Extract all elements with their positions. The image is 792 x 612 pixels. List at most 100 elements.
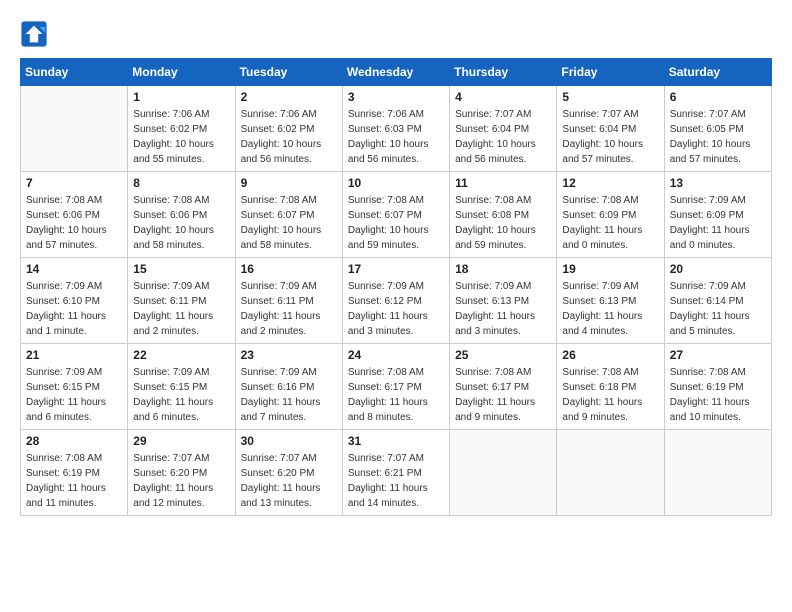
calendar-day-cell: 12 Sunrise: 7:08 AMSunset: 6:09 PMDayligh… [557, 172, 664, 258]
day-number: 1 [133, 90, 229, 104]
calendar-day-cell: 25Sunrise: 7:08 AMSunset: 6:17 PMDayligh… [450, 344, 557, 430]
calendar-day-cell [21, 86, 128, 172]
day-info: Sunrise: 7:07 AMSunset: 6:04 PMDaylight:… [562, 107, 658, 167]
calendar-day-cell: 6 Sunrise: 7:07 AMSunset: 6:05 PMDaylight… [664, 86, 771, 172]
weekday-header-row: SundayMondayTuesdayWednesdayThursdayFrid… [21, 59, 772, 86]
day-info: Sunrise: 7:07 AMSunset: 6:04 PMDaylight:… [455, 107, 551, 167]
calendar-day-cell: 23 Sunrise: 7:09 AMSunset: 6:16 PMDayligh… [235, 344, 342, 430]
day-number: 12 [562, 176, 658, 190]
day-info: Sunrise: 7:07 AMSunset: 6:20 PMDaylight:… [241, 451, 337, 511]
day-number: 28 [26, 434, 122, 448]
day-info: Sunrise: 7:09 AMSunset: 6:14 PMDaylight:… [670, 279, 766, 339]
day-number: 30 [241, 434, 337, 448]
calendar-day-cell: 2 Sunrise: 7:06 AMSunset: 6:02 PMDaylight… [235, 86, 342, 172]
day-number: 22 [133, 348, 229, 362]
day-number: 23 [241, 348, 337, 362]
calendar-day-cell: 30 Sunrise: 7:07 AMSunset: 6:20 PMDayligh… [235, 430, 342, 516]
day-number: 21 [26, 348, 122, 362]
calendar-day-cell: 28Sunrise: 7:08 AMSunset: 6:19 PMDayligh… [21, 430, 128, 516]
day-info: Sunrise: 7:06 AMSunset: 6:02 PMDaylight:… [241, 107, 337, 167]
calendar-body: 1 Sunrise: 7:06 AMSunset: 6:02 PMDaylight… [21, 86, 772, 516]
calendar-day-cell: 8 Sunrise: 7:08 AMSunset: 6:06 PMDaylight… [128, 172, 235, 258]
calendar-week-4: 21 Sunrise: 7:09 AMSunset: 6:15 PMDayligh… [21, 344, 772, 430]
calendar-week-1: 1 Sunrise: 7:06 AMSunset: 6:02 PMDaylight… [21, 86, 772, 172]
day-number: 4 [455, 90, 551, 104]
day-number: 18 [455, 262, 551, 276]
calendar-day-cell: 7 Sunrise: 7:08 AMSunset: 6:06 PMDaylight… [21, 172, 128, 258]
calendar-day-cell: 27 Sunrise: 7:08 AMSunset: 6:19 PMDayligh… [664, 344, 771, 430]
day-info: Sunrise: 7:09 AMSunset: 6:10 PMDaylight:… [26, 279, 122, 339]
day-number: 3 [348, 90, 444, 104]
day-info: Sunrise: 7:09 AMSunset: 6:13 PMDaylight:… [455, 279, 551, 339]
day-info: Sunrise: 7:09 AMSunset: 6:16 PMDaylight:… [241, 365, 337, 425]
weekday-saturday: Saturday [664, 59, 771, 86]
calendar-day-cell: 13 Sunrise: 7:09 AMSunset: 6:09 PMDayligh… [664, 172, 771, 258]
calendar-day-cell: 20Sunrise: 7:09 AMSunset: 6:14 PMDayligh… [664, 258, 771, 344]
calendar-day-cell: 22Sunrise: 7:09 AMSunset: 6:15 PMDayligh… [128, 344, 235, 430]
calendar-day-cell: 10Sunrise: 7:08 AMSunset: 6:07 PMDayligh… [342, 172, 449, 258]
calendar-day-cell: 31 Sunrise: 7:07 AMSunset: 6:21 PMDayligh… [342, 430, 449, 516]
day-number: 5 [562, 90, 658, 104]
weekday-thursday: Thursday [450, 59, 557, 86]
day-info: Sunrise: 7:06 AMSunset: 6:03 PMDaylight:… [348, 107, 444, 167]
calendar-day-cell [664, 430, 771, 516]
calendar-day-cell: 26 Sunrise: 7:08 AMSunset: 6:18 PMDayligh… [557, 344, 664, 430]
calendar-day-cell: 19Sunrise: 7:09 AMSunset: 6:13 PMDayligh… [557, 258, 664, 344]
day-number: 27 [670, 348, 766, 362]
weekday-monday: Monday [128, 59, 235, 86]
day-number: 15 [133, 262, 229, 276]
day-info: Sunrise: 7:06 AMSunset: 6:02 PMDaylight:… [133, 107, 229, 167]
calendar-week-5: 28Sunrise: 7:08 AMSunset: 6:19 PMDayligh… [21, 430, 772, 516]
page-header [20, 20, 772, 48]
weekday-tuesday: Tuesday [235, 59, 342, 86]
day-info: Sunrise: 7:08 AMSunset: 6:08 PMDaylight:… [455, 193, 551, 253]
day-info: Sunrise: 7:08 AMSunset: 6:19 PMDaylight:… [670, 365, 766, 425]
weekday-sunday: Sunday [21, 59, 128, 86]
logo [20, 20, 52, 48]
day-number: 8 [133, 176, 229, 190]
calendar-day-cell [450, 430, 557, 516]
day-number: 19 [562, 262, 658, 276]
day-info: Sunrise: 7:08 AMSunset: 6:18 PMDaylight:… [562, 365, 658, 425]
calendar-week-3: 14Sunrise: 7:09 AMSunset: 6:10 PMDayligh… [21, 258, 772, 344]
calendar-day-cell: 3 Sunrise: 7:06 AMSunset: 6:03 PMDaylight… [342, 86, 449, 172]
day-info: Sunrise: 7:07 AMSunset: 6:05 PMDaylight:… [670, 107, 766, 167]
day-info: Sunrise: 7:07 AMSunset: 6:20 PMDaylight:… [133, 451, 229, 511]
day-number: 29 [133, 434, 229, 448]
calendar-day-cell: 18 Sunrise: 7:09 AMSunset: 6:13 PMDayligh… [450, 258, 557, 344]
day-number: 26 [562, 348, 658, 362]
day-info: Sunrise: 7:08 AMSunset: 6:06 PMDaylight:… [133, 193, 229, 253]
calendar-day-cell: 11 Sunrise: 7:08 AMSunset: 6:08 PMDayligh… [450, 172, 557, 258]
calendar-day-cell: 17Sunrise: 7:09 AMSunset: 6:12 PMDayligh… [342, 258, 449, 344]
weekday-wednesday: Wednesday [342, 59, 449, 86]
day-info: Sunrise: 7:09 AMSunset: 6:15 PMDaylight:… [26, 365, 122, 425]
calendar-day-cell [557, 430, 664, 516]
day-number: 7 [26, 176, 122, 190]
day-info: Sunrise: 7:08 AMSunset: 6:06 PMDaylight:… [26, 193, 122, 253]
calendar-day-cell: 5 Sunrise: 7:07 AMSunset: 6:04 PMDaylight… [557, 86, 664, 172]
day-number: 11 [455, 176, 551, 190]
day-info: Sunrise: 7:07 AMSunset: 6:21 PMDaylight:… [348, 451, 444, 511]
day-info: Sunrise: 7:09 AMSunset: 6:09 PMDaylight:… [670, 193, 766, 253]
calendar-day-cell: 4 Sunrise: 7:07 AMSunset: 6:04 PMDaylight… [450, 86, 557, 172]
day-number: 16 [241, 262, 337, 276]
calendar-day-cell: 24 Sunrise: 7:08 AMSunset: 6:17 PMDayligh… [342, 344, 449, 430]
day-number: 13 [670, 176, 766, 190]
calendar-header: SundayMondayTuesdayWednesdayThursdayFrid… [21, 59, 772, 86]
calendar-day-cell: 16Sunrise: 7:09 AMSunset: 6:11 PMDayligh… [235, 258, 342, 344]
day-info: Sunrise: 7:08 AMSunset: 6:17 PMDaylight:… [455, 365, 551, 425]
day-number: 17 [348, 262, 444, 276]
calendar-day-cell: 1 Sunrise: 7:06 AMSunset: 6:02 PMDaylight… [128, 86, 235, 172]
day-info: Sunrise: 7:08 AMSunset: 6:07 PMDaylight:… [348, 193, 444, 253]
calendar-week-2: 7 Sunrise: 7:08 AMSunset: 6:06 PMDaylight… [21, 172, 772, 258]
day-info: Sunrise: 7:08 AMSunset: 6:09 PMDaylight:… [562, 193, 658, 253]
calendar-day-cell: 15Sunrise: 7:09 AMSunset: 6:11 PMDayligh… [128, 258, 235, 344]
logo-icon [20, 20, 48, 48]
day-number: 31 [348, 434, 444, 448]
day-info: Sunrise: 7:08 AMSunset: 6:17 PMDaylight:… [348, 365, 444, 425]
day-number: 24 [348, 348, 444, 362]
calendar-day-cell: 29 Sunrise: 7:07 AMSunset: 6:20 PMDayligh… [128, 430, 235, 516]
day-number: 2 [241, 90, 337, 104]
calendar-day-cell: 21 Sunrise: 7:09 AMSunset: 6:15 PMDayligh… [21, 344, 128, 430]
day-number: 6 [670, 90, 766, 104]
